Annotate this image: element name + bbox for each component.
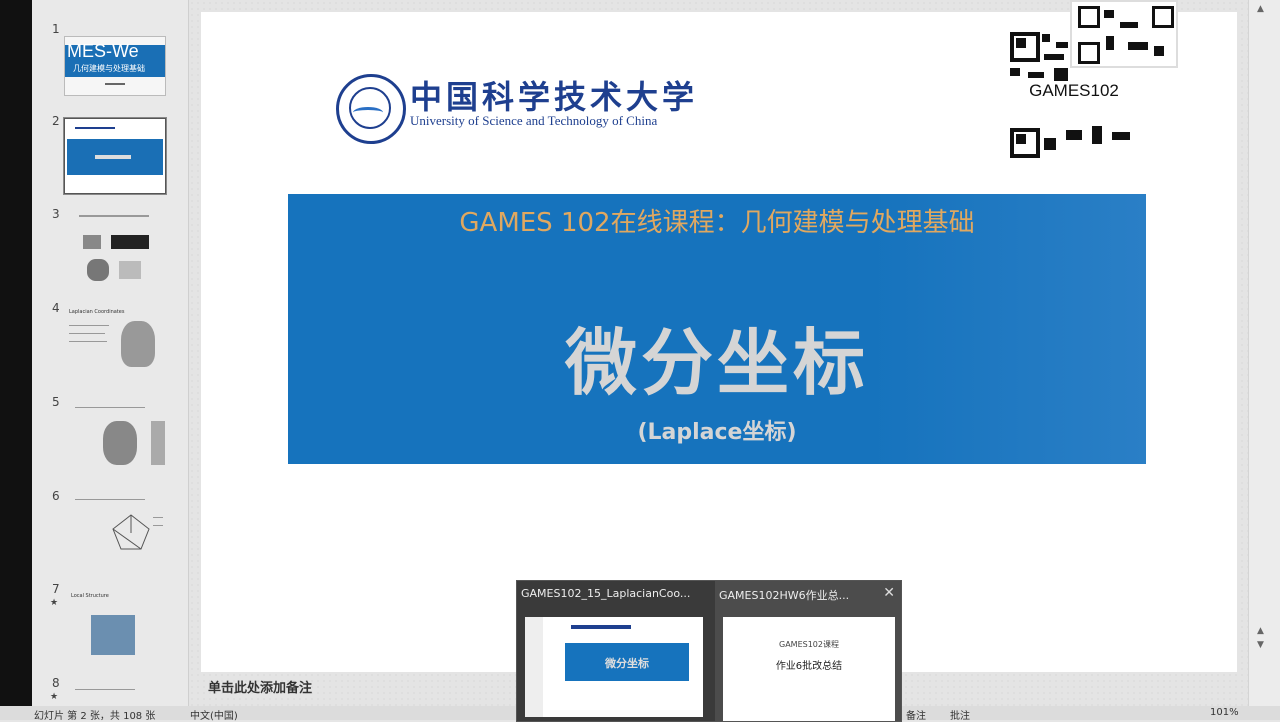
slide-main-title: 微分坐标 [564,321,869,405]
thumbnail-slide-1[interactable]: MES-We 几何建模与处理基础 [64,36,166,96]
university-name-en: University of Science and Technology of … [410,113,658,128]
preview-mini-header: GAMES102课程 [779,640,839,649]
university-name-cn: 中国科学技术大学 [410,78,699,116]
left-edge-strip [0,0,32,720]
preview-mini-title: 微分坐标 [605,657,649,670]
thumbnail-number: 3 [52,207,60,221]
thumbnail-number: 4 [52,301,60,315]
qr-code-secondary [1070,0,1178,68]
thumbnail-title: Local Structure [71,593,109,599]
preview-mini-title: 作业6批改总结 [775,661,843,672]
zoom-level[interactable]: 101% [1210,707,1239,718]
preview-title: GAMES102HW6作业总... [719,589,850,602]
previous-slide-icon[interactable]: ▲ [1257,626,1264,636]
thumbnail-title: Laplacian Coordinates [69,309,125,315]
preview-window-1[interactable]: GAMES102_15_LaplacianCoo... 微分坐标 [517,581,713,721]
preview-window-2[interactable]: GAMES102HW6作业总... ✕ GAMES102课程 作业6批改总结 [715,581,901,721]
slide-thumbnail-panel[interactable]: 1 MES-We 几何建模与处理基础 2 3 4 Laplacian Coord… [32,0,189,706]
animation-star-icon: ★ [50,692,59,702]
close-icon[interactable]: ✕ [883,585,895,601]
thumbnail-slide-2[interactable] [64,118,166,194]
thumbnail-subtitle: 几何建模与处理基础 [73,64,145,73]
scroll-up-icon[interactable]: ▲ [1257,4,1264,14]
thumbnail-slide-5[interactable] [64,394,166,470]
thumbnail-slide-3[interactable] [64,206,166,282]
animation-star-icon: ★ [50,598,59,608]
course-title: GAMES 102在线课程：几何建模与处理基础 [459,208,975,238]
thumbnail-number: 1 [52,22,60,36]
thumbnail-slide-7[interactable]: Local Structure [64,582,166,658]
slide-subtitle: (Laplace坐标) [637,420,797,445]
vertical-scrollbar[interactable]: ▲ ▲ ▼ [1248,0,1280,706]
title-banner[interactable]: GAMES 102在线课程：几何建模与处理基础 微分坐标 (Laplace坐标) [288,194,1146,464]
thumbnail-number: 6 [52,489,60,503]
thumbnail-slide-6[interactable] [64,488,166,564]
notes-placeholder[interactable]: 单击此处添加备注 [208,677,312,696]
taskbar-preview: GAMES102_15_LaplacianCoo... 微分坐标 GAMES10… [516,580,902,722]
qr-label: GAMES102 [1012,81,1136,101]
ustc-logo [336,74,406,144]
next-slide-icon[interactable]: ▼ [1257,640,1264,650]
thumbnail-number: 7 [52,582,60,596]
thumbnail-number: 2 [52,114,60,128]
thumbnail-slide-4[interactable]: Laplacian Coordinates [64,300,166,376]
thumbnail-number: 8 [52,676,60,690]
thumbnail-title: MES-We [67,41,139,61]
thumbnail-slide-8[interactable] [64,676,166,706]
preview-title: GAMES102_15_LaplacianCoo... [521,587,691,600]
thumbnail-number: 5 [52,395,60,409]
